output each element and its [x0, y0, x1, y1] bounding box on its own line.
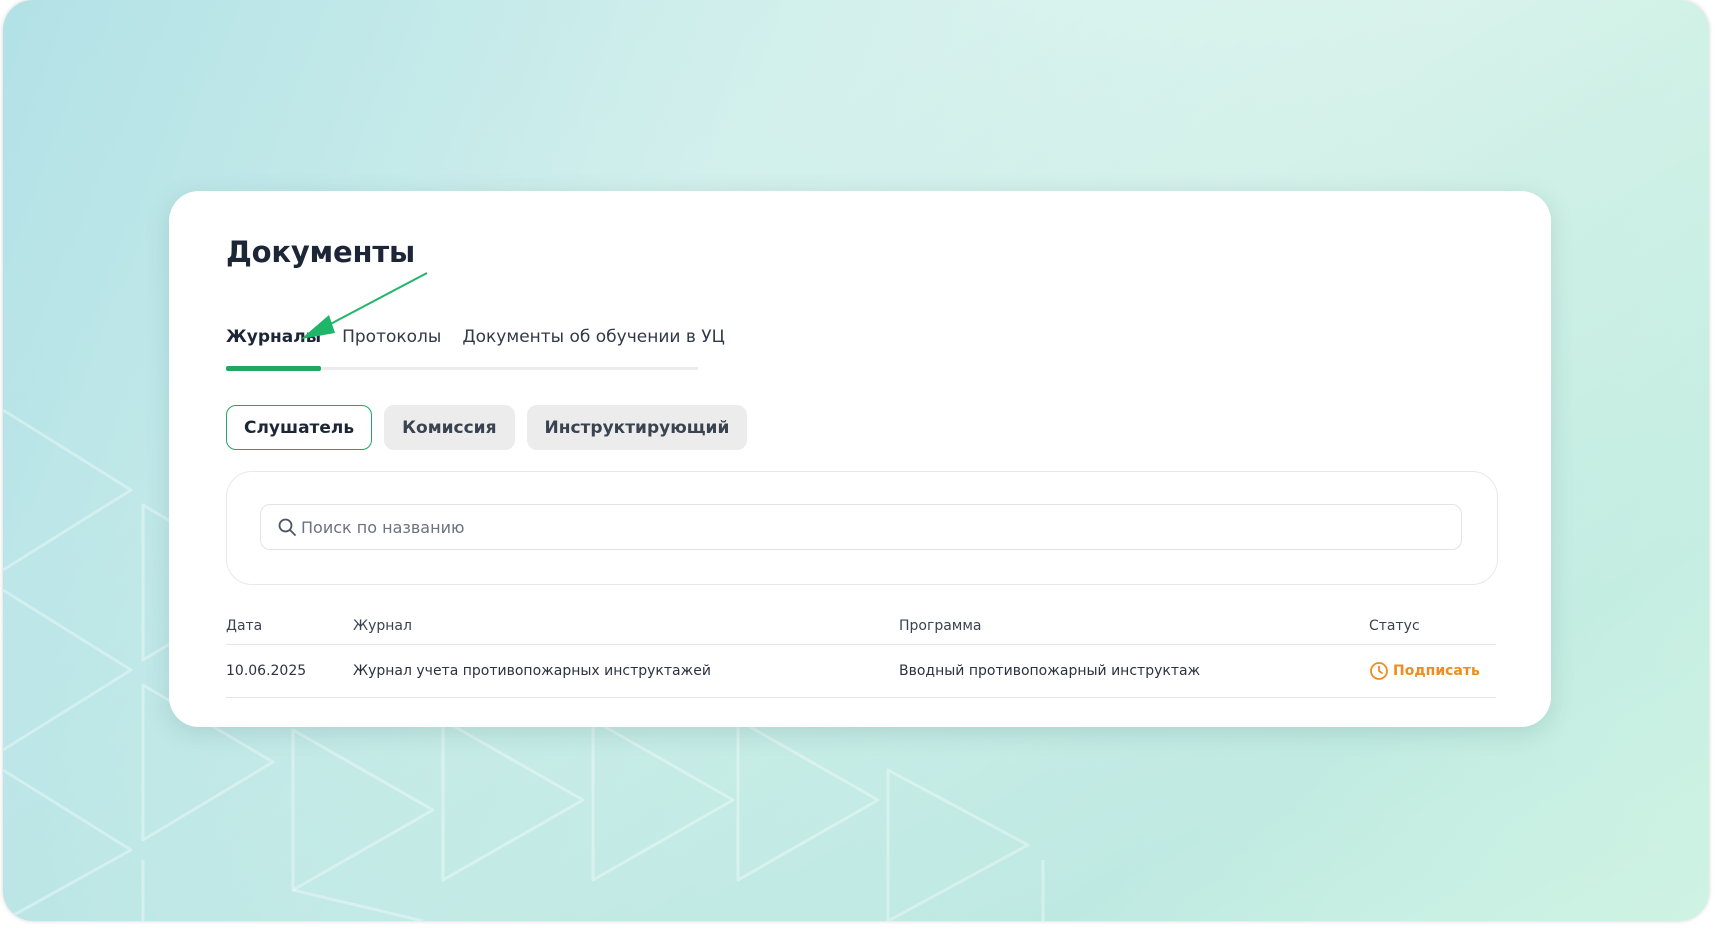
sign-action[interactable]: Подписать	[1369, 645, 1480, 697]
role-instructor-button[interactable]: Инструктирующий	[526, 405, 748, 450]
row-program: Вводный противопожарный инструктаж	[899, 663, 1201, 679]
table-row[interactable]: 10.06.2025 Журнал учета противопожарных …	[226, 645, 1496, 698]
header-date: Дата	[226, 618, 263, 634]
row-date: 10.06.2025	[226, 663, 307, 679]
search-input[interactable]	[299, 516, 1461, 538]
search-icon	[278, 518, 296, 536]
sign-label: Подписать	[1393, 663, 1480, 679]
search-panel	[226, 471, 1498, 585]
app-window: Документы Журналы Протоколы Документы об…	[3, 0, 1709, 921]
header-program: Программа	[899, 618, 982, 634]
header-status: Статус	[1369, 618, 1420, 634]
search-box[interactable]	[260, 504, 1462, 550]
role-filter: Слушатель Комиссия Инструктирующий	[226, 405, 748, 450]
document-tabs: Журналы Протоколы Документы об обучении …	[226, 319, 725, 371]
row-journal: Журнал учета противопожарных инструктаже…	[353, 663, 711, 679]
journals-table: Дата Журнал Программа Статус 10.06.2025 …	[226, 609, 1496, 698]
clock-icon	[1370, 662, 1388, 680]
role-commission-button[interactable]: Комиссия	[384, 405, 515, 450]
header-journal: Журнал	[353, 618, 412, 634]
table-header-row: Дата Журнал Программа Статус	[226, 609, 1496, 645]
documents-card: Документы Журналы Протоколы Документы об…	[169, 191, 1551, 727]
row-status: Подписать	[1369, 645, 1480, 697]
tab-training-documents[interactable]: Документы об обучении в УЦ	[462, 319, 724, 361]
role-listener-button[interactable]: Слушатель	[226, 405, 373, 450]
page-title: Документы	[226, 235, 415, 269]
annotation-arrow-icon	[301, 272, 428, 339]
